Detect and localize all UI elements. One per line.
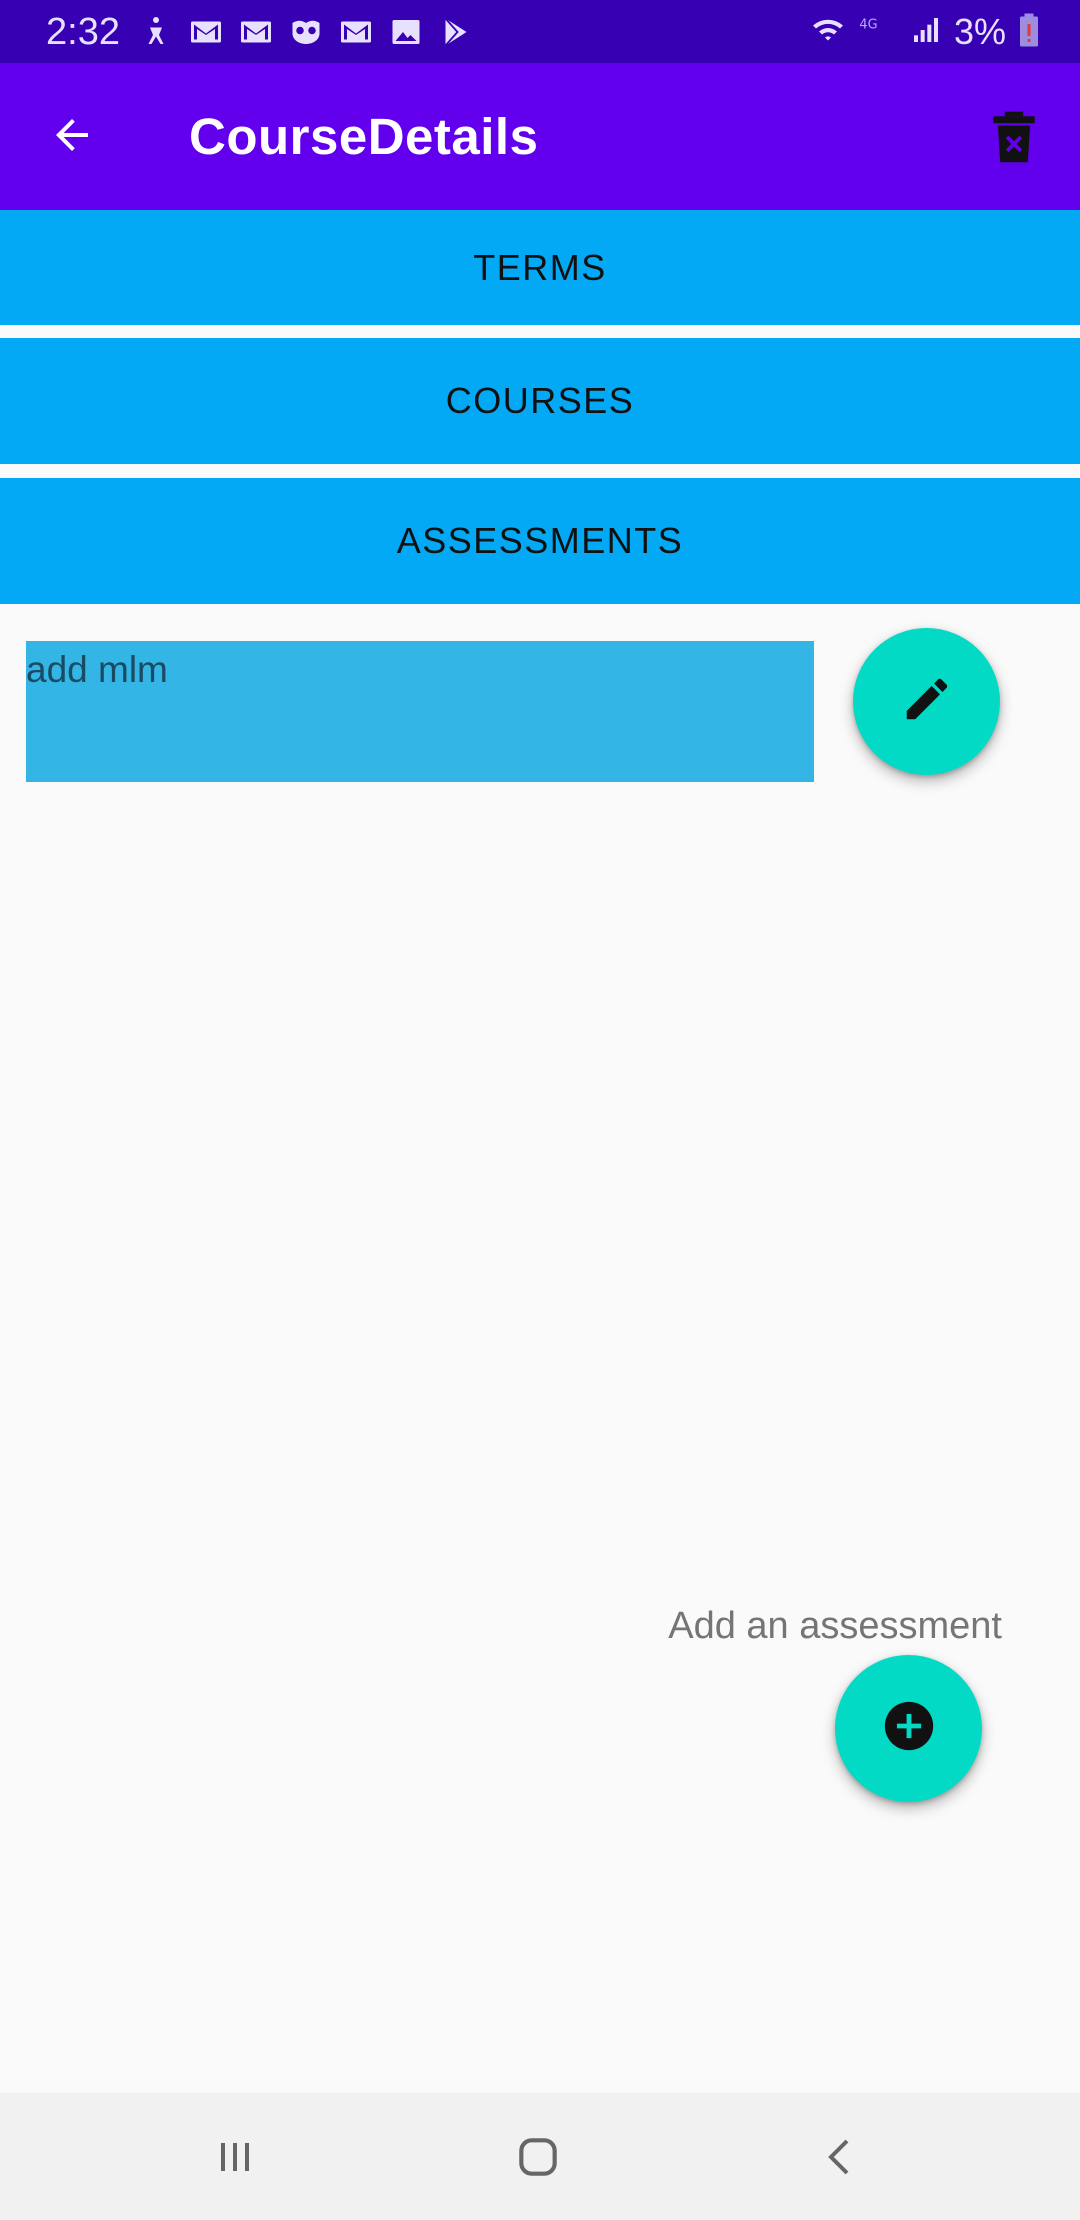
pencil-icon [900, 672, 954, 731]
home-button[interactable] [498, 2119, 578, 2199]
battery-icon [1018, 12, 1040, 53]
assessment-title: add mlm [26, 649, 168, 690]
status-bar: 2:32 4G 3% [0, 0, 1080, 63]
add-assessment-label: Add an assessment [668, 1605, 1002, 1647]
terms-button[interactable]: TERMS [0, 210, 1080, 325]
recents-icon [211, 2133, 259, 2186]
system-navigation-bar [0, 2093, 1080, 2220]
back-nav-button[interactable] [801, 2119, 881, 2199]
owl-icon [288, 14, 324, 50]
gallery-icon [388, 14, 424, 50]
status-time: 2:32 [46, 11, 120, 53]
gmail-icon [238, 14, 274, 50]
add-assessment-button[interactable] [835, 1655, 982, 1802]
app-bar: CourseDetails [0, 63, 1080, 210]
system-indicators: 4G 3% [810, 8, 1040, 56]
home-icon [513, 2132, 563, 2187]
svg-text:4G: 4G [859, 17, 877, 32]
delete-button[interactable] [978, 103, 1050, 175]
play-store-icon [438, 14, 474, 50]
wifi-icon [810, 12, 846, 53]
lte-icon: 4G [858, 12, 898, 53]
courses-button[interactable]: COURSES [0, 338, 1080, 464]
gmail-icon [338, 14, 374, 50]
signal-icon [910, 12, 942, 53]
recents-button[interactable] [195, 2119, 275, 2199]
arrow-back-icon [48, 111, 96, 164]
delete-icon [991, 109, 1037, 170]
edit-button[interactable] [853, 628, 1000, 775]
page-title: CourseDetails [189, 108, 539, 165]
add-circle-icon [880, 1697, 938, 1760]
back-button[interactable] [36, 101, 108, 173]
notification-icons [138, 14, 474, 50]
gmail-icon [188, 14, 224, 50]
list-item[interactable]: add mlm [26, 641, 814, 782]
chevron-left-icon [817, 2133, 865, 2186]
assessments-button[interactable]: ASSESSMENTS [0, 478, 1080, 604]
battery-percent: 3% [953, 11, 1006, 52]
accessibility-icon [138, 14, 174, 50]
